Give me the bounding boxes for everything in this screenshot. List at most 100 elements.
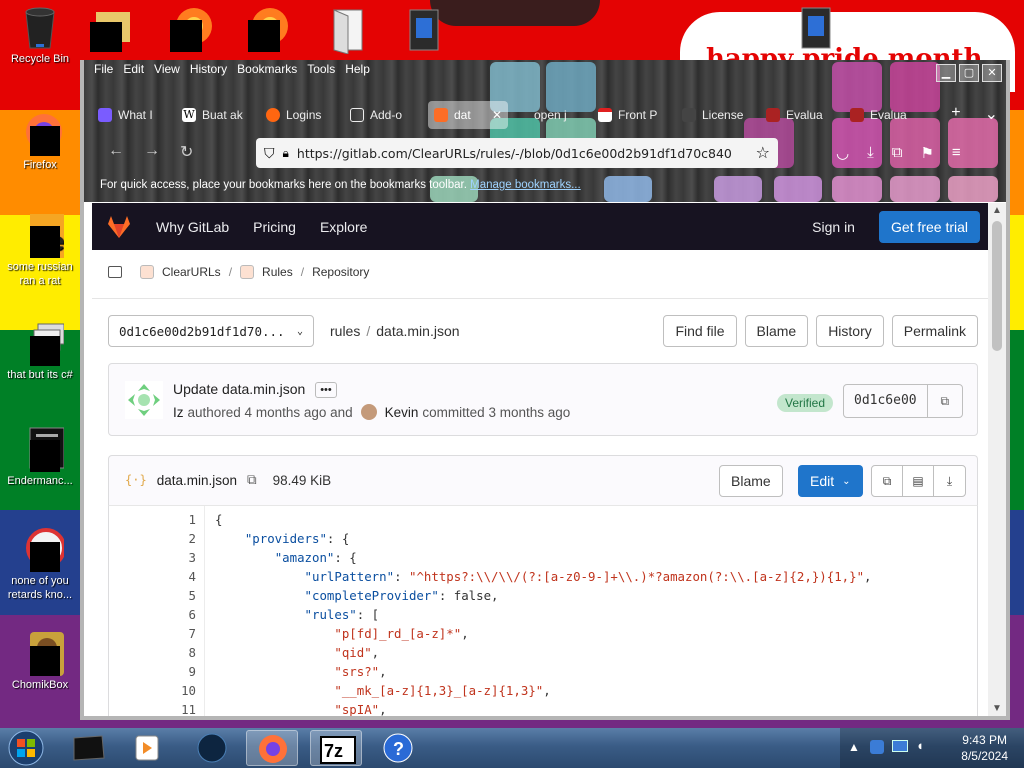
desktop-icon-that-but-its-csharp[interactable]: that but its c# xyxy=(0,320,80,382)
copy-path-icon[interactable]: ⧉ xyxy=(247,472,257,488)
page-scrollbar[interactable]: ▲ ▼ xyxy=(988,203,1006,716)
new-tab-icon[interactable]: + xyxy=(951,104,960,124)
close-icon[interactable]: ✕ xyxy=(982,64,1002,82)
open-raw-icon[interactable]: ▤ xyxy=(903,466,934,496)
menu-bookmarks[interactable]: Bookmarks xyxy=(237,62,297,82)
taskbar-7zip[interactable]: 7z xyxy=(310,730,362,766)
desktop-shortcut-server-2-icon[interactable] xyxy=(796,4,836,49)
desktop-shortcut-opera-icon[interactable] xyxy=(168,6,212,52)
volume-icon[interactable]: ◖ xyxy=(916,738,924,753)
desktop-shortcut-folder-icon[interactable] xyxy=(90,8,130,52)
menu-history[interactable]: History xyxy=(190,62,227,82)
line-number[interactable]: 10 xyxy=(109,681,196,700)
line-number[interactable]: 3 xyxy=(109,548,196,567)
menu-tools[interactable]: Tools xyxy=(307,62,335,82)
bookmark-star-icon[interactable]: ☆ xyxy=(756,143,770,163)
commit-sha-text[interactable]: 0d1c6e00 xyxy=(844,385,928,417)
scroll-up-icon[interactable]: ▲ xyxy=(992,205,1002,216)
desktop-icon-endermanch[interactable]: Endermanc... xyxy=(0,426,80,488)
desktop-icon-recycle-bin[interactable]: Recycle Bin xyxy=(0,4,80,66)
tab-data-json[interactable]: dat ✕ xyxy=(428,101,508,129)
url-text[interactable]: https://gitlab.com/ClearURLs/rules/-/blo… xyxy=(297,146,748,161)
line-number[interactable]: 9 xyxy=(109,662,196,681)
desktop-icon-chomikbox[interactable]: ChomikBox xyxy=(0,630,80,692)
author-name[interactable]: Iz xyxy=(173,405,184,420)
nav-why-gitlab[interactable]: Why GitLab xyxy=(156,219,229,235)
taskbar-help[interactable]: ? xyxy=(372,730,424,766)
history-button[interactable]: History xyxy=(816,315,884,347)
copy-sha-icon[interactable]: ⧉ xyxy=(928,394,962,409)
url-bar[interactable]: ⛉ 🔒︎ https://gitlab.com/ClearURLs/rules/… xyxy=(256,138,778,168)
taskbar-firefox[interactable] xyxy=(246,730,298,766)
breadcrumb-clearurls[interactable]: ClearURLs xyxy=(162,265,221,279)
desktop-shortcut-server-icon[interactable] xyxy=(404,6,444,51)
copy-contents-icon[interactable]: ⧉ xyxy=(872,466,903,496)
expand-commit-button[interactable]: ••• xyxy=(315,382,337,399)
line-number[interactable]: 2 xyxy=(109,529,196,548)
maximize-icon[interactable]: ▢ xyxy=(959,64,979,82)
download-icon[interactable]: ⤓ xyxy=(934,466,965,496)
desktop-shortcut-app-icon[interactable] xyxy=(246,6,288,52)
menu-edit[interactable]: Edit xyxy=(123,62,144,82)
tray-app-icon[interactable] xyxy=(870,740,884,754)
line-number[interactable]: 4 xyxy=(109,567,196,586)
scroll-down-icon[interactable]: ▼ xyxy=(992,703,1002,714)
reload-icon[interactable]: ↻ xyxy=(180,142,193,162)
path-dir[interactable]: rules xyxy=(330,323,360,339)
commit-message[interactable]: Update data.min.json xyxy=(173,381,305,397)
manage-bookmarks-link[interactable]: Manage bookmarks... xyxy=(470,179,581,191)
extensions-icon[interactable]: ⧉ xyxy=(892,144,903,162)
lock-icon[interactable]: 🔒︎ xyxy=(283,146,289,161)
forward-icon[interactable]: → xyxy=(144,142,160,160)
start-button-icon[interactable] xyxy=(4,728,48,768)
pocket-icon[interactable]: ◡ xyxy=(836,144,849,162)
minimize-icon[interactable]: ▁ xyxy=(936,64,956,82)
desktop-shortcut-document-icon[interactable] xyxy=(328,6,368,55)
gitlab-logo-icon[interactable] xyxy=(106,215,132,239)
tab-front[interactable]: Front P xyxy=(592,101,676,129)
blame-button[interactable]: Blame xyxy=(744,315,809,347)
line-number[interactable]: 7 xyxy=(109,624,196,643)
line-number[interactable]: 1 xyxy=(109,510,196,529)
tab-evalua-2[interactable]: Evalua xyxy=(844,101,928,129)
nav-explore[interactable]: Explore xyxy=(320,219,367,235)
file-blame-button[interactable]: Blame xyxy=(719,465,783,497)
ref-selector[interactable]: 0d1c6e00d2b91df1d70... ⌄ xyxy=(108,315,314,347)
verified-badge[interactable]: Verified xyxy=(777,394,834,412)
line-number[interactable]: 8 xyxy=(109,643,196,662)
tab-evalua-1[interactable]: Evalua xyxy=(760,101,844,129)
menu-view[interactable]: View xyxy=(154,62,180,82)
extension-flag-icon[interactable]: ⚑ xyxy=(920,144,933,162)
back-icon[interactable]: ← xyxy=(108,142,124,160)
line-number[interactable]: 5 xyxy=(109,586,196,605)
sign-in-link[interactable]: Sign in xyxy=(812,219,855,235)
list-tabs-icon[interactable]: ⌄ xyxy=(985,104,998,124)
breadcrumb-repository[interactable]: Repository xyxy=(312,265,369,279)
close-tab-icon[interactable]: ✕ xyxy=(492,108,502,122)
line-number[interactable]: 6 xyxy=(109,605,196,624)
downloads-icon[interactable]: ⤓ xyxy=(867,144,874,162)
permalink-button[interactable]: Permalink xyxy=(891,315,978,347)
author-avatar[interactable] xyxy=(125,381,163,419)
menu-file[interactable]: File xyxy=(94,62,113,82)
tab-logins[interactable]: Logins xyxy=(260,101,344,129)
taskbar-app-1[interactable] xyxy=(62,730,114,766)
desktop-icon-firefox[interactable]: Firefox xyxy=(0,110,80,172)
clock[interactable]: 9:43 PM 8/5/2024 xyxy=(961,732,1008,764)
committer-name[interactable]: Kevin xyxy=(385,405,419,420)
sidebar-toggle-icon[interactable] xyxy=(108,266,122,278)
tab-addons[interactable]: Add-o xyxy=(344,101,428,129)
tab-license[interactable]: License xyxy=(676,101,760,129)
menu-icon[interactable]: ≡ xyxy=(952,144,961,162)
line-number[interactable]: 11 xyxy=(109,700,196,716)
menu-help[interactable]: Help xyxy=(345,62,370,82)
scrollbar-thumb[interactable] xyxy=(992,221,1002,351)
desktop-icon-some-russian-ran-a-rat[interactable]: e some russian ran a rat xyxy=(0,212,80,288)
network-icon[interactable] xyxy=(892,740,908,752)
tab-buat[interactable]: W Buat ak xyxy=(176,101,260,129)
tab-open[interactable]: open j xyxy=(508,101,592,129)
edit-button[interactable]: Edit ⌄ xyxy=(798,465,863,497)
tray-flag-icon[interactable]: ▲ xyxy=(848,740,860,754)
nav-pricing[interactable]: Pricing xyxy=(253,219,296,235)
taskbar-media-player[interactable] xyxy=(120,730,172,766)
